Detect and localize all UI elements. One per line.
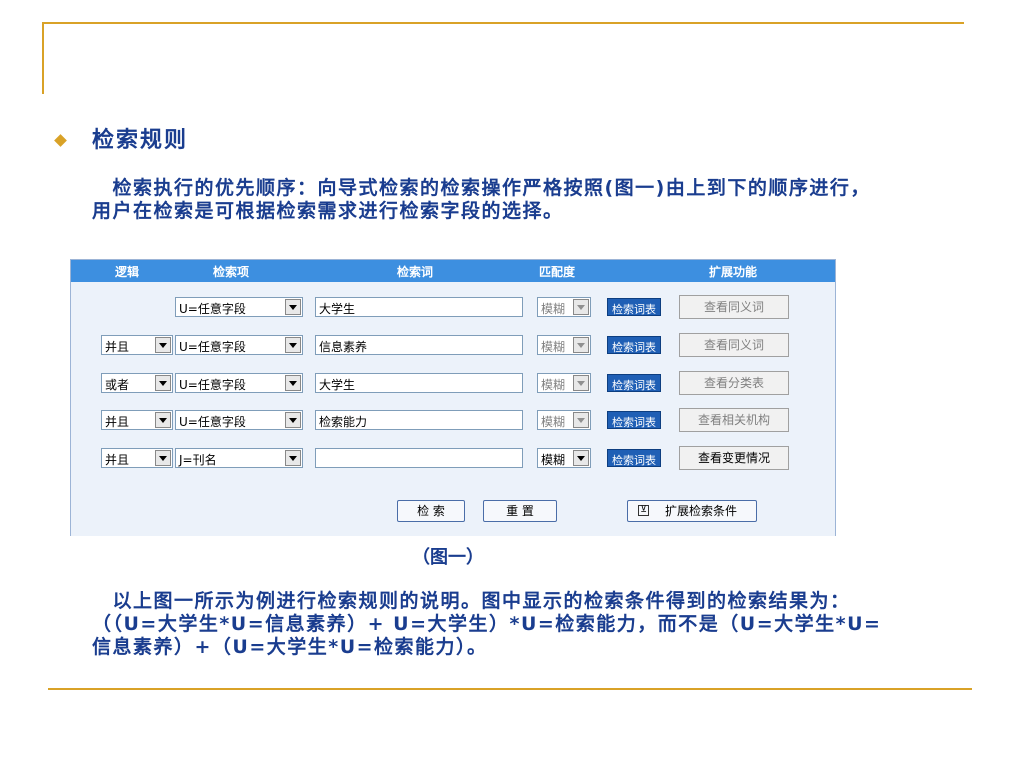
header-term: 检索词 [397, 265, 434, 279]
chevron-down-icon [285, 450, 301, 466]
reset-button[interactable]: 重 置 [483, 500, 557, 522]
term-input[interactable]: 大学生 [315, 373, 523, 393]
logic-select[interactable]: 并且 [101, 410, 173, 430]
header-extend: 扩展功能 [709, 265, 758, 279]
term-table-button[interactable]: 检索词表 [607, 411, 661, 429]
section-heading: 检索规则 [92, 128, 189, 153]
form-body: U=任意字段 大学生 模糊 检索词表 查看同义词 并且 U=任意字段 信息素养 [71, 282, 835, 536]
frame-left-line [42, 22, 44, 94]
extend-function-button[interactable]: 查看同义词 [679, 333, 789, 357]
header-field: 检索项 [213, 265, 250, 279]
match-select[interactable]: 模糊 [537, 410, 591, 430]
term-input[interactable]: 检索能力 [315, 410, 523, 430]
frame-bottom-line [48, 688, 972, 690]
term-input[interactable]: 信息素养 [315, 335, 523, 355]
search-row: 并且 U=任意字段 检索能力 模糊 检索词表 查看相关机构 [71, 408, 835, 432]
term-table-button[interactable]: 检索词表 [607, 336, 661, 354]
field-select[interactable]: U=任意字段 [175, 335, 303, 355]
header-match: 匹配度 [539, 265, 576, 279]
search-form: 逻辑 检索项 检索词 匹配度 扩展功能 U=任意字段 大学生 模糊 检索词表 查… [70, 259, 836, 536]
search-row: 或者 U=任意字段 大学生 模糊 检索词表 查看分类表 [71, 371, 835, 395]
extend-function-button[interactable]: 查看相关机构 [679, 408, 789, 432]
extend-function-button[interactable]: 查看同义词 [679, 295, 789, 319]
paragraph-priority: 检索执行的优先顺序：向导式检索的检索操作严格按照(图一)由上到下的顺序进行，用户… [92, 177, 871, 222]
chevron-down-icon [155, 450, 171, 466]
term-input[interactable] [315, 448, 523, 468]
chevron-down-icon [285, 412, 301, 428]
expand-conditions-label: 扩展检索条件 [664, 504, 737, 518]
form-header: 逻辑 检索项 检索词 匹配度 扩展功能 [71, 260, 835, 282]
frame-top-line [42, 22, 964, 24]
chevron-down-icon [573, 412, 589, 428]
expand-conditions-button[interactable]: ⊻ 扩展检索条件 [627, 500, 757, 522]
field-select[interactable]: J=刊名 [175, 448, 303, 468]
header-logic: 逻辑 [115, 265, 140, 279]
chevron-down-icon [285, 299, 301, 315]
match-select[interactable]: 模糊 [537, 448, 591, 468]
search-row: U=任意字段 大学生 模糊 检索词表 查看同义词 [71, 295, 835, 319]
chevron-down-icon [573, 299, 589, 315]
chevron-down-icon [155, 412, 171, 428]
search-button[interactable]: 检 索 [397, 500, 465, 522]
match-select[interactable]: 模糊 [537, 335, 591, 355]
diamond-bullet-icon [54, 134, 67, 147]
logic-select[interactable]: 或者 [101, 373, 173, 393]
match-select[interactable]: 模糊 [537, 373, 591, 393]
chevron-down-icon [573, 450, 589, 466]
logic-select[interactable]: 并且 [101, 448, 173, 468]
term-input[interactable]: 大学生 [315, 297, 523, 317]
logic-select[interactable]: 并且 [101, 335, 173, 355]
chevron-down-icon [285, 375, 301, 391]
chevron-down-icon [573, 375, 589, 391]
paragraph-example: 以上图一所示为例进行检索规则的说明。图中显示的检索条件得到的检索结果为：（（U=… [92, 590, 882, 658]
term-table-button[interactable]: 检索词表 [607, 449, 661, 467]
term-table-button[interactable]: 检索词表 [607, 374, 661, 392]
search-row: 并且 U=任意字段 信息素养 模糊 检索词表 查看同义词 [71, 333, 835, 357]
chevron-down-icon [285, 337, 301, 353]
extend-function-button[interactable]: 查看变更情况 [679, 446, 789, 470]
field-select[interactable]: U=任意字段 [175, 297, 303, 317]
term-table-button[interactable]: 检索词表 [607, 298, 661, 316]
match-select[interactable]: 模糊 [537, 297, 591, 317]
extend-function-button[interactable]: 查看分类表 [679, 371, 789, 395]
field-select[interactable]: U=任意字段 [175, 373, 303, 393]
field-select[interactable]: U=任意字段 [175, 410, 303, 430]
expand-down-icon: ⊻ [638, 505, 649, 516]
chevron-down-icon [155, 337, 171, 353]
search-row: 并且 J=刊名 模糊 检索词表 查看变更情况 [71, 446, 835, 470]
chevron-down-icon [573, 337, 589, 353]
figure-caption: （图一） [412, 547, 484, 568]
chevron-down-icon [155, 375, 171, 391]
